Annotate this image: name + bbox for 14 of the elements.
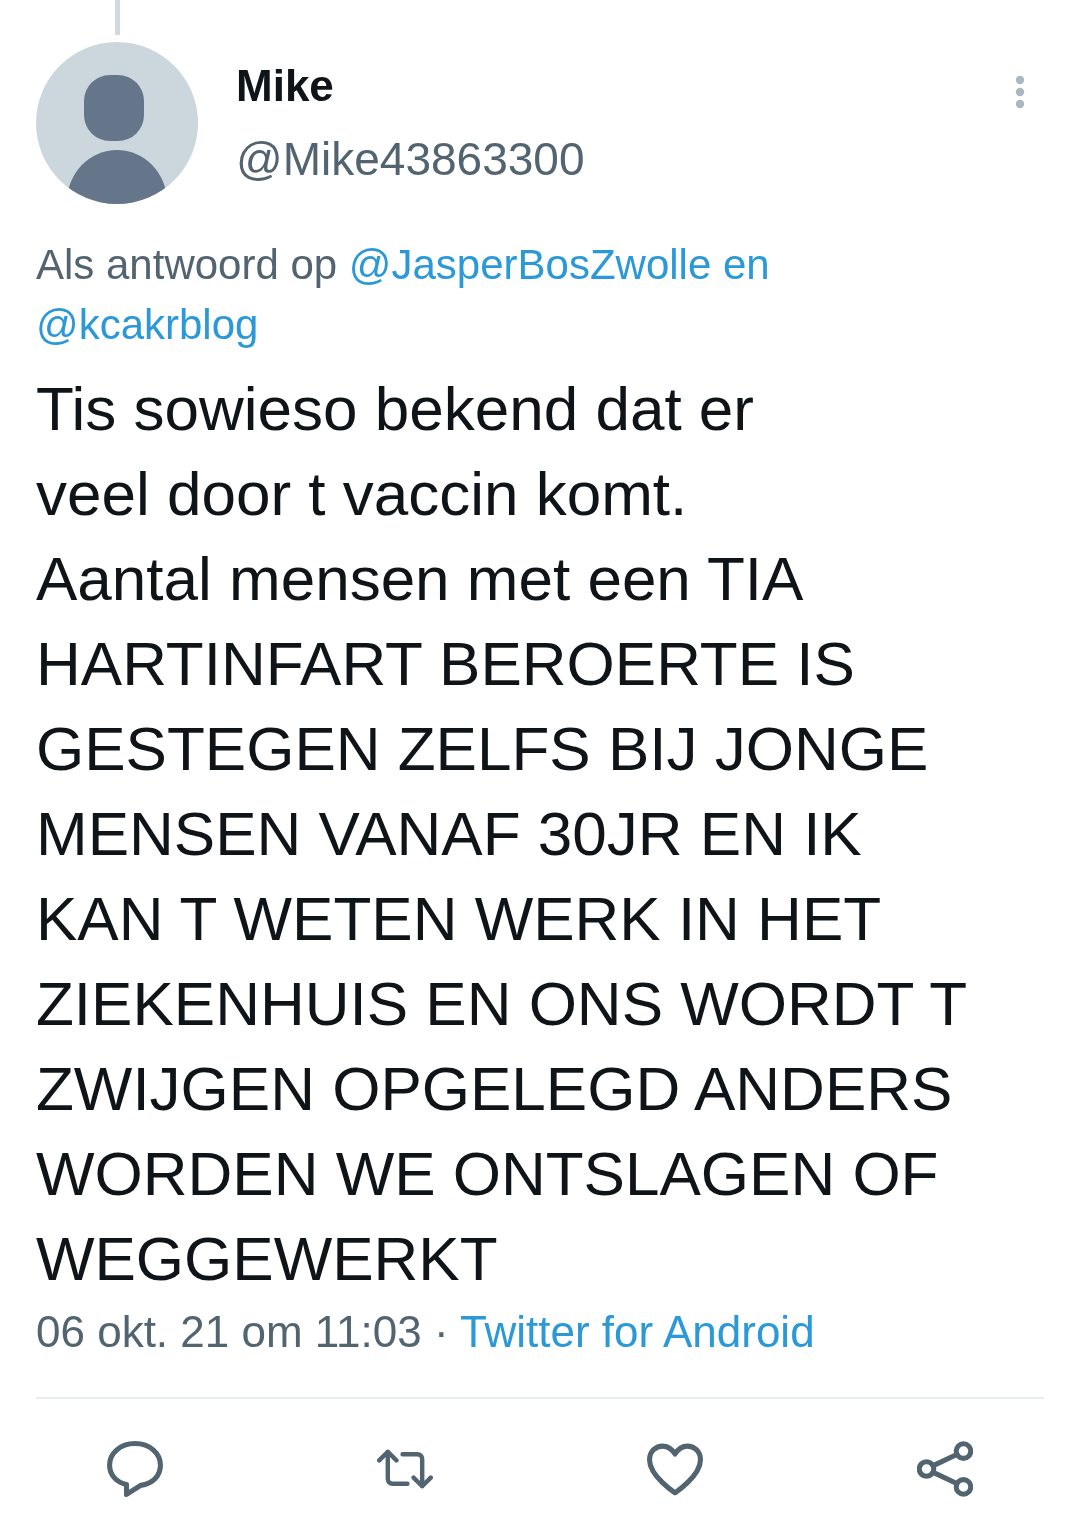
mention-link[interactable]: @kcakrblog bbox=[36, 301, 259, 348]
tweet-text: Tis sowieso bekend dat er veel door t vaccin komt. Aantal mensen met een TIA HARTINFART BEROERTE IS GESTEGEN ZELFS BIJ JONGE MENSEN VANAF 30JR EN IK KAN T WETEN WERK IN HET ZIEKENHUIS EN ONS WORDT T ZWIJGEN OPGELEGD ANDERS WORDEN WE ONTSLAGEN OF WEGGEWERKT bbox=[36, 373, 968, 1295]
share-icon bbox=[917, 1441, 973, 1497]
author-name[interactable]: Mike bbox=[236, 60, 334, 112]
reply-context-text: Als antwoord op @JasperBosZwolle en @kcakrblog bbox=[36, 240, 771, 350]
mention-link[interactable]: @JasperBosZwolle bbox=[348, 241, 712, 288]
source-link[interactable]: Twitter for Android bbox=[460, 1307, 815, 1356]
separator-dot: · bbox=[433, 1307, 449, 1356]
speech-bubble-icon bbox=[107, 1441, 163, 1497]
timestamp: 06 okt. 21 om 11:03 bbox=[36, 1307, 422, 1356]
heart-icon bbox=[647, 1441, 703, 1497]
avatar-silhouette[interactable] bbox=[36, 42, 198, 204]
author-handle[interactable]: @Mike43863300 bbox=[236, 133, 585, 185]
more-icon bbox=[1015, 75, 1025, 109]
